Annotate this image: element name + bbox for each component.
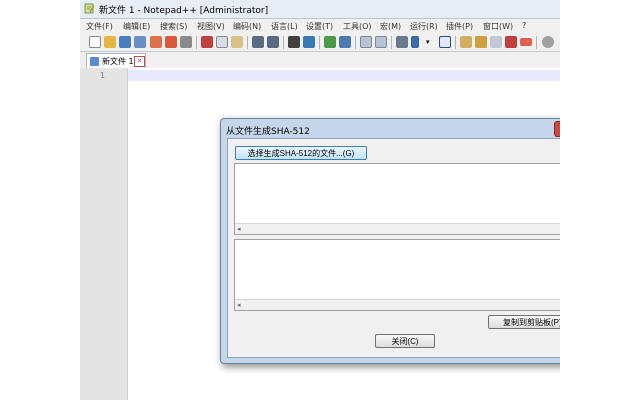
toolbar-separator [283,36,284,49]
arrow-left-icon[interactable]: ◂ [237,225,241,233]
replace-icon[interactable] [303,36,315,48]
menu-help[interactable]: ? [522,21,526,30]
notepad-app-icon [84,3,95,14]
stop-record-icon[interactable] [542,36,554,48]
menu-language[interactable]: 语言(L) [271,21,298,32]
current-line-highlight [128,70,560,81]
close-button[interactable]: 关闭(C) [375,334,435,348]
folder-workspace-icon[interactable] [490,36,502,48]
chevron-down-icon[interactable]: ▾ [426,36,434,48]
toolbar-separator [355,36,356,49]
paste-icon[interactable] [231,36,243,48]
menu-encoding[interactable]: 编码(N) [233,21,261,32]
copy-icon[interactable] [216,36,228,48]
menu-file[interactable]: 文件(F) [86,21,113,32]
find-icon[interactable] [288,36,300,48]
redo-icon[interactable] [267,36,279,48]
new-file-icon[interactable] [89,36,101,48]
save-icon[interactable] [119,36,131,48]
toolbar-separator [391,36,392,49]
dialog-body: 选择生成SHA-512的文件...(G) ◂ ◂ 复制到剪贴板(P) 关闭(C) [227,138,560,358]
menu-search[interactable]: 搜索(S) [160,21,187,32]
horizontal-scrollbar[interactable]: ◂ [235,223,560,234]
notepadpp-window: 新文件 1 - Notepad++ [Administrator] 文件(F) … [80,0,560,400]
left-background [0,0,80,400]
menu-plugins[interactable]: 插件(P) [446,21,473,32]
print-icon[interactable] [180,36,192,48]
dialog-title: 从文件生成SHA-512 [226,127,310,137]
toolbar-separator [319,36,320,49]
zoom-in-icon[interactable] [324,36,336,48]
window-title: 新文件 1 - Notepad++ [Administrator] [99,6,269,16]
menu-bar: 文件(F) 编辑(E) 搜索(S) 视图(V) 编码(N) 语言(L) 设置(T… [80,19,560,33]
save-icon [90,57,99,66]
tab-new-file-1[interactable]: 新文件 1 ✕ [86,53,146,68]
monitor-icon[interactable] [505,36,517,48]
tab-bar: 新文件 1 ✕ [80,52,560,69]
menu-settings[interactable]: 设置(T) [306,21,333,32]
open-file-icon[interactable] [104,36,116,48]
indent-guide-icon[interactable] [439,36,451,48]
show-all-icon[interactable] [411,36,419,48]
close-all-icon[interactable] [165,36,177,48]
file-list-textbox[interactable]: ◂ [234,163,560,235]
menu-edit[interactable]: 编辑(E) [123,21,150,32]
toolbar-separator [536,36,537,49]
right-background [560,0,640,400]
sync-h-icon[interactable] [375,36,387,48]
cut-icon[interactable] [201,36,213,48]
title-bar: 新文件 1 - Notepad++ [Administrator] [80,0,560,19]
hash-result-textbox[interactable]: ◂ [234,239,560,311]
copy-to-clipboard-button[interactable]: 复制到剪贴板(P) [488,315,560,329]
line-number-gutter: 1 [80,68,128,400]
line-number: 1 [100,71,106,80]
sync-v-icon[interactable] [360,36,372,48]
menu-run[interactable]: 运行(R) [410,21,438,32]
toolbar-separator [196,36,197,49]
menu-window[interactable]: 窗口(W) [483,21,513,32]
menu-tools[interactable]: 工具(O) [343,21,372,32]
arrow-left-icon[interactable]: ◂ [237,301,241,309]
close-icon[interactable]: ✕ [134,56,145,67]
zoom-out-icon[interactable] [339,36,351,48]
close-icon[interactable] [150,36,162,48]
function-list-icon[interactable] [475,36,487,48]
save-all-icon[interactable] [134,36,146,48]
wrap-icon[interactable] [396,36,408,48]
toolbar-separator [247,36,248,49]
select-file-button[interactable]: 选择生成SHA-512的文件...(G) [235,146,367,160]
toolbar: ▾ [80,33,560,52]
tab-label: 新文件 1 [102,57,134,66]
sha512-dialog: 从文件生成SHA-512 选择生成SHA-512的文件...(G) ◂ ◂ 复制… [220,118,560,364]
menu-view[interactable]: 视图(V) [197,21,225,32]
horizontal-scrollbar[interactable]: ◂ [235,299,560,310]
toolbar-separator [455,36,456,49]
undo-icon[interactable] [252,36,264,48]
menu-macro[interactable]: 宏(M) [380,21,401,32]
record-macro-icon[interactable] [520,38,532,46]
document-map-icon[interactable] [460,36,472,48]
